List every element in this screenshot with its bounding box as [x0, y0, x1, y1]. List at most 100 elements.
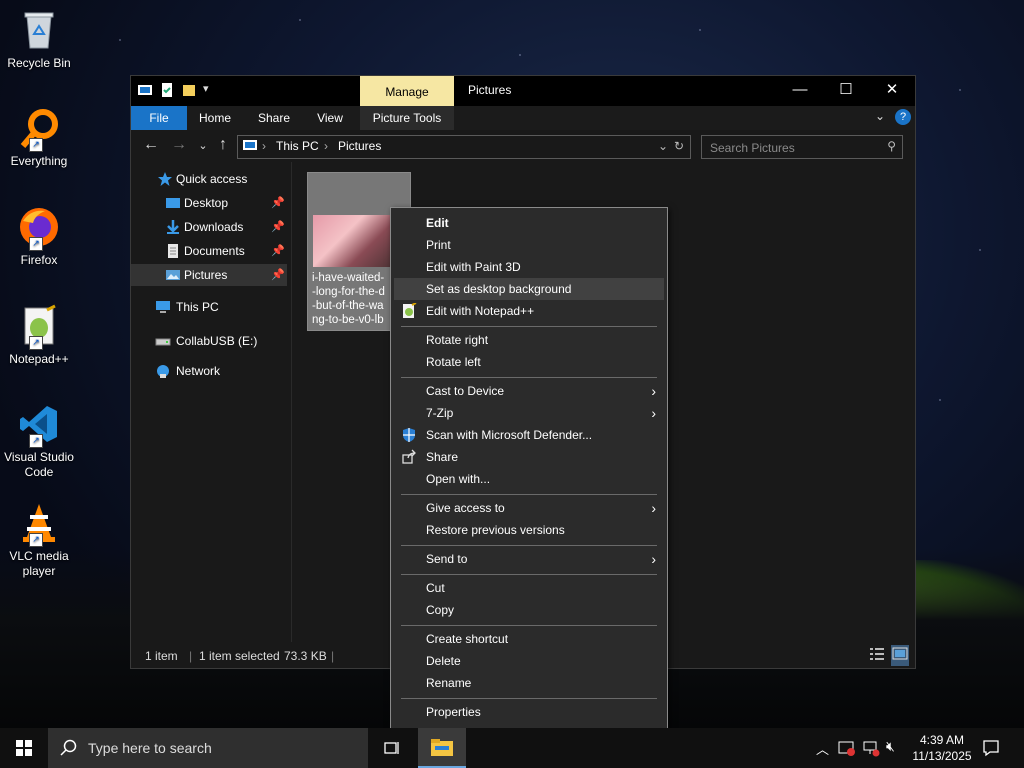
search-box[interactable]: ⚲ — [701, 135, 903, 159]
tab-view[interactable]: View — [305, 106, 355, 130]
tab-file[interactable]: File — [131, 106, 187, 130]
breadcrumb-this-pc[interactable]: This PC — [276, 139, 319, 153]
address-bar[interactable]: › This PC › Pictures ⌄ ↻ — [237, 135, 691, 159]
menu-item-cast-to-device[interactable]: Cast to Device › — [394, 380, 664, 402]
maximize-button[interactable]: ☐ — [823, 76, 869, 106]
volume-muted-icon[interactable]: 🔇︎ — [886, 738, 895, 755]
navigation-pane: Quick access Desktop 📌 Downloads 📌 Docum… — [131, 162, 289, 642]
desktop-icon-recycle-bin[interactable]: Recycle Bin — [2, 8, 76, 71]
nav-item-this-pc[interactable]: This PC — [155, 296, 285, 318]
menu-item-properties[interactable]: Properties — [394, 701, 664, 723]
taskbar-file-explorer[interactable] — [418, 728, 466, 768]
nav-label: Quick access — [176, 172, 248, 186]
help-icon[interactable]: ? — [895, 109, 911, 125]
menu-item-copy[interactable]: Copy — [394, 599, 664, 621]
menu-label: Rotate left — [426, 355, 481, 369]
shortcut-arrow-icon: ↗ — [29, 237, 43, 251]
up-arrow-icon[interactable]: ↑ — [213, 136, 233, 154]
properties-icon[interactable] — [159, 82, 175, 98]
menu-separator — [401, 545, 657, 546]
menu-item-send-to[interactable]: Send to › — [394, 548, 664, 570]
menu-item-open-with[interactable]: Open with... — [394, 468, 664, 490]
notifications-icon[interactable] — [982, 739, 1000, 757]
desktop-icon-notepadpp[interactable]: ↗ Notepad++ — [2, 304, 76, 367]
menu-item-share[interactable]: Share — [394, 446, 664, 468]
menu-label: Create shortcut — [426, 632, 509, 646]
menu-item-scan-defender[interactable]: Scan with Microsoft Defender... — [394, 424, 664, 446]
nav-item-documents[interactable]: Documents 📌 — [165, 240, 285, 262]
recent-locations-chevron-icon[interactable]: ⌄ — [193, 139, 213, 152]
desktop-icon-vscode[interactable]: ↗ Visual Studio Code — [2, 402, 76, 480]
defender-tray-icon[interactable] — [838, 739, 856, 757]
tab-share[interactable]: Share — [247, 106, 301, 130]
nav-item-network[interactable]: Network — [155, 360, 285, 382]
forward-arrow-icon[interactable]: → — [169, 136, 189, 154]
nav-item-usb-drive[interactable]: CollabUSB (E:) — [155, 330, 285, 352]
nav-item-pictures[interactable]: Pictures 📌 — [131, 264, 287, 286]
refresh-icon[interactable]: ↻ — [674, 139, 684, 153]
menu-item-rotate-right[interactable]: Rotate right — [394, 329, 664, 351]
breadcrumb-pictures[interactable]: Pictures — [338, 139, 381, 153]
minimize-button[interactable]: — — [777, 76, 823, 106]
pin-icon: 📌 — [271, 269, 285, 281]
show-hidden-icons-chevron-icon[interactable]: ︿ — [816, 739, 829, 758]
menu-item-set-desktop-background[interactable]: Set as desktop background — [394, 278, 664, 300]
menu-label: Restore previous versions — [426, 523, 565, 537]
menu-item-edit-notepadpp[interactable]: Edit with Notepad++ — [394, 300, 664, 322]
nav-item-downloads[interactable]: Downloads 📌 — [165, 216, 285, 238]
menu-item-rename[interactable]: Rename — [394, 672, 664, 694]
task-view-icon — [384, 742, 399, 754]
menu-label: Send to — [426, 552, 468, 566]
menu-item-rotate-left[interactable]: Rotate left — [394, 351, 664, 373]
taskbar-search-box[interactable]: Type here to search — [48, 728, 368, 768]
tab-picture-tools[interactable]: Picture Tools — [360, 106, 454, 130]
clock-time: 4:39 AM — [919, 733, 965, 747]
menu-item-delete[interactable]: Delete — [394, 650, 664, 672]
menu-item-edit[interactable]: Edit — [394, 212, 664, 234]
computer-icon — [156, 301, 170, 313]
desktop-icon-everything[interactable]: ↗ Everything — [2, 106, 76, 169]
desktop-icon-label: Everything — [10, 154, 68, 168]
menu-label: Rotate right — [426, 333, 489, 347]
nav-item-quick-access[interactable]: Quick access — [157, 168, 287, 190]
search-input[interactable] — [708, 138, 872, 158]
network-tray-icon[interactable] — [862, 739, 880, 757]
menu-item-7zip[interactable]: 7-Zip › — [394, 402, 664, 424]
menu-item-give-access[interactable]: Give access to › — [394, 497, 664, 519]
start-button[interactable] — [0, 728, 48, 768]
expand-ribbon-icon[interactable]: ⌄ — [875, 109, 885, 123]
large-icons-view-icon[interactable] — [891, 645, 909, 666]
menu-item-cut[interactable]: Cut — [394, 577, 664, 599]
file-explorer-folder-icon — [431, 739, 453, 756]
menu-item-create-shortcut[interactable]: Create shortcut — [394, 628, 664, 650]
menu-item-restore-versions[interactable]: Restore previous versions — [394, 519, 664, 541]
desktop-icon-vlc[interactable]: ↗ VLC media player — [2, 501, 76, 579]
notepadpp-small-icon — [403, 303, 417, 318]
customize-toolbar-icon[interactable]: ▾ — [203, 82, 219, 98]
title-bar: ▾ Manage Pictures — ☐ ✕ — [131, 76, 915, 106]
manage-contextual-tab[interactable]: Manage — [360, 76, 454, 106]
task-view-button[interactable] — [368, 728, 416, 768]
status-selected: 1 item selected — [199, 649, 280, 663]
details-view-icon[interactable] — [869, 646, 885, 665]
nav-label: CollabUSB (E:) — [176, 334, 258, 348]
search-icon[interactable]: ⚲ — [887, 139, 896, 153]
tab-home[interactable]: Home — [189, 106, 241, 130]
menu-item-edit-paint3d[interactable]: Edit with Paint 3D — [394, 256, 664, 278]
menu-item-print[interactable]: Print — [394, 234, 664, 256]
address-dropdown-chevron-icon[interactable]: ⌄ — [658, 139, 668, 153]
clock[interactable]: 4:39 AM 11/13/2025 — [910, 732, 974, 764]
menu-separator — [401, 494, 657, 495]
nav-item-desktop[interactable]: Desktop 📌 — [165, 192, 285, 214]
desktop-icon-label: VLC media player — [9, 549, 69, 578]
pin-icon: 📌 — [271, 221, 285, 233]
desktop-icon-firefox[interactable]: ↗ Firefox — [2, 205, 76, 268]
firefox-icon: ↗ — [17, 205, 61, 251]
back-arrow-icon[interactable]: ← — [141, 136, 161, 154]
close-button[interactable]: ✕ — [869, 76, 915, 106]
new-folder-icon[interactable] — [181, 82, 197, 98]
menu-label: Edit with Notepad++ — [426, 304, 535, 318]
nav-label: This PC — [176, 300, 219, 314]
menu-label: Set as desktop background — [426, 282, 572, 296]
network-icon — [157, 365, 169, 378]
